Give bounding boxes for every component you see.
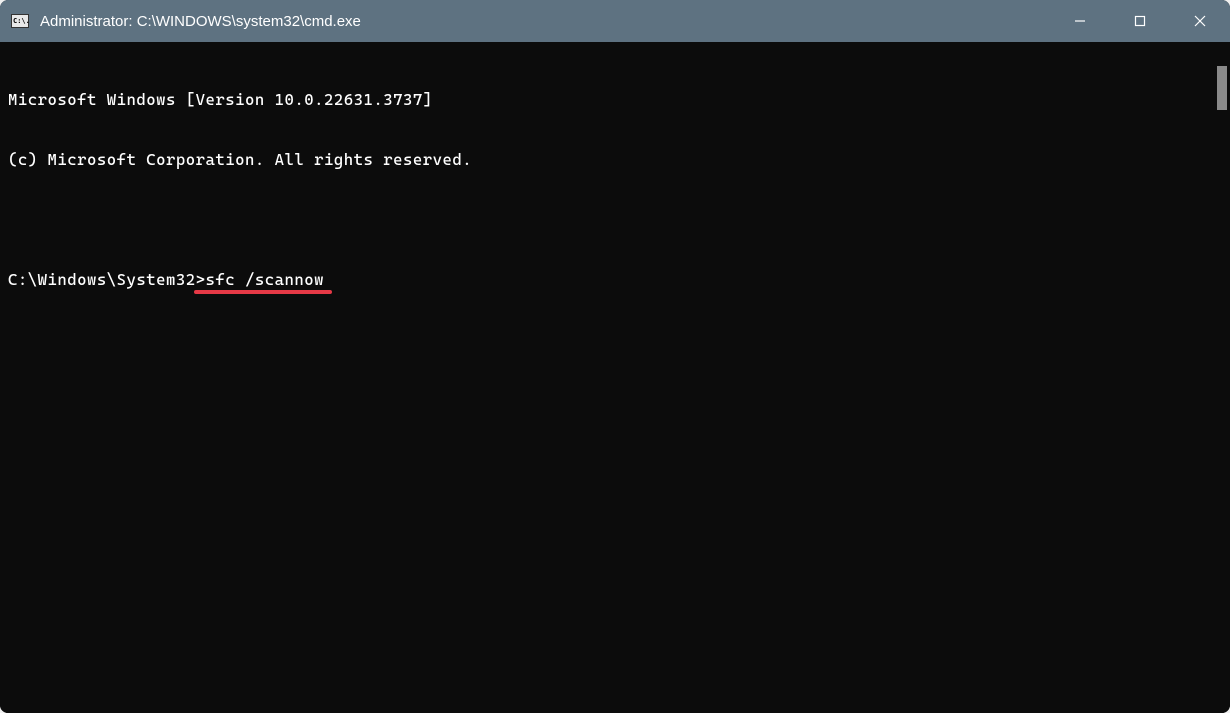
copyright-line: (c) Microsoft Corporation. All rights re… <box>8 150 1222 170</box>
titlebar[interactable]: C:\. Administrator: C:\WINDOWS\system32\… <box>0 0 1230 42</box>
minimize-icon <box>1074 15 1086 27</box>
minimize-button[interactable] <box>1050 0 1110 42</box>
cmd-icon: C:\. <box>11 14 29 28</box>
window-controls <box>1050 0 1230 42</box>
command-text: sfc /scannow <box>206 270 325 290</box>
command-prompt-window: C:\. Administrator: C:\WINDOWS\system32\… <box>0 0 1230 713</box>
scrollbar-track[interactable] <box>1215 42 1227 710</box>
terminal-area[interactable]: Microsoft Windows [Version 10.0.22631.37… <box>0 42 1230 713</box>
scrollbar-thumb[interactable] <box>1217 66 1227 110</box>
terminal-output: Microsoft Windows [Version 10.0.22631.37… <box>8 50 1222 330</box>
prompt-text: C:\Windows\System32> <box>8 270 206 290</box>
maximize-button[interactable] <box>1110 0 1170 42</box>
maximize-icon <box>1134 15 1146 27</box>
close-icon <box>1194 15 1206 27</box>
version-line: Microsoft Windows [Version 10.0.22631.37… <box>8 90 1222 110</box>
prompt-line: C:\Windows\System32>sfc /scannow <box>8 270 1222 290</box>
close-button[interactable] <box>1170 0 1230 42</box>
annotation-underline <box>194 290 332 294</box>
window-title: Administrator: C:\WINDOWS\system32\cmd.e… <box>40 13 1050 30</box>
app-icon: C:\. <box>10 11 30 31</box>
blank-line <box>8 210 1222 230</box>
